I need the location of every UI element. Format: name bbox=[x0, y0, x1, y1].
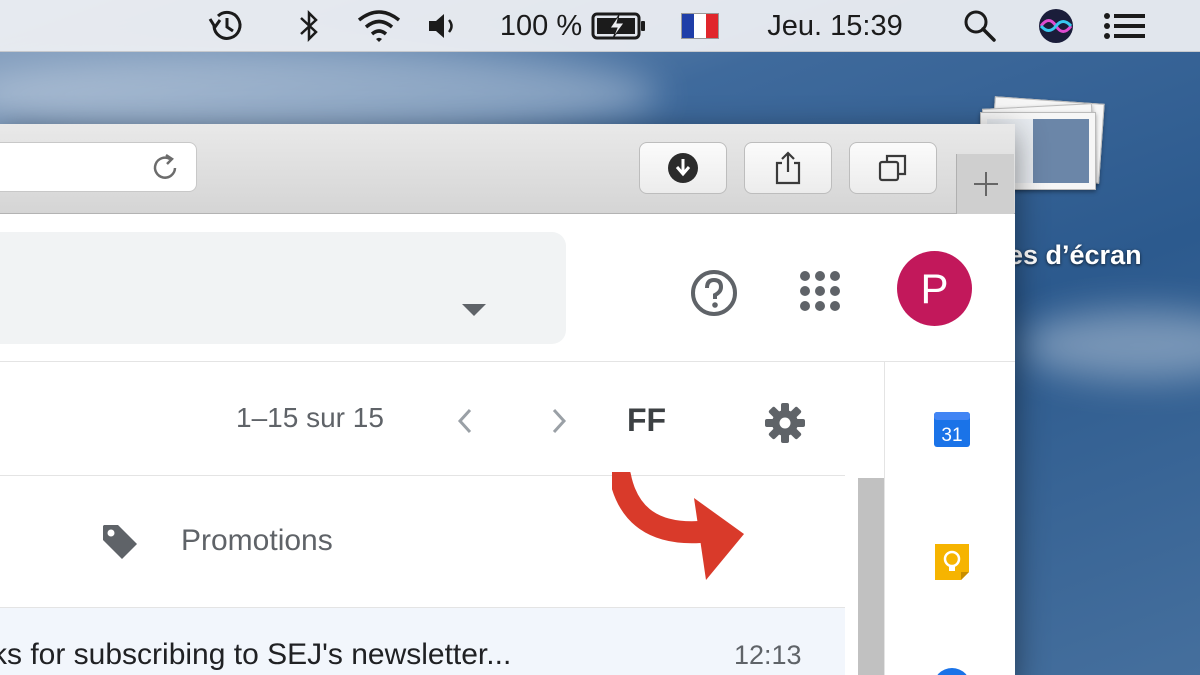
wifi-icon[interactable] bbox=[354, 0, 404, 52]
help-icon[interactable] bbox=[690, 269, 738, 322]
downloads-icon bbox=[668, 153, 698, 183]
volume-icon[interactable] bbox=[424, 0, 462, 52]
spotlight-icon[interactable] bbox=[958, 0, 1002, 52]
time-machine-icon[interactable] bbox=[202, 0, 252, 52]
address-bar[interactable] bbox=[0, 142, 197, 192]
mail-toolbar: 1–15 sur 15 FF bbox=[0, 362, 845, 476]
siri-icon[interactable] bbox=[1034, 0, 1078, 52]
share-button[interactable] bbox=[744, 142, 832, 194]
google-apps-icon[interactable] bbox=[800, 271, 840, 311]
browser-window: P 1–15 sur 15 FF Promotions ks for subsc… bbox=[0, 124, 1015, 675]
notification-center-icon[interactable] bbox=[1100, 0, 1150, 52]
tabs-overview-button[interactable] bbox=[849, 142, 937, 194]
menubar-clock[interactable]: Jeu. 15:39 bbox=[752, 0, 918, 52]
input-tools-label[interactable]: FF bbox=[627, 402, 666, 439]
email-subject: ks for subscribing to SEJ's newsletter..… bbox=[0, 638, 512, 671]
search-options-caret-icon[interactable] bbox=[462, 304, 486, 316]
side-panel: 31 bbox=[884, 362, 1015, 675]
account-avatar[interactable]: P bbox=[897, 251, 972, 326]
flag-icon[interactable] bbox=[680, 0, 720, 52]
email-row[interactable]: ks for subscribing to SEJ's newsletter..… bbox=[0, 608, 845, 675]
desktop-screenshots-label[interactable]: es d’écran bbox=[1008, 240, 1142, 271]
promotions-tab[interactable]: Promotions bbox=[0, 476, 845, 608]
tasks-icon[interactable] bbox=[933, 668, 971, 675]
battery-percentage[interactable]: 100 % bbox=[496, 0, 586, 52]
keep-icon[interactable] bbox=[933, 542, 971, 582]
promotions-label: Promotions bbox=[181, 524, 333, 557]
search-input[interactable] bbox=[0, 232, 566, 344]
tabs-overview-icon bbox=[878, 154, 907, 182]
older-page-icon[interactable] bbox=[550, 405, 568, 444]
newer-page-icon[interactable] bbox=[456, 405, 474, 444]
calendar-icon[interactable]: 31 bbox=[933, 410, 971, 448]
tag-icon bbox=[100, 522, 140, 567]
email-time: 12:13 bbox=[734, 640, 802, 670]
reload-icon[interactable] bbox=[150, 152, 182, 189]
new-tab-icon bbox=[973, 172, 998, 196]
scrollbar-thumb[interactable] bbox=[858, 478, 884, 675]
browser-toolbar bbox=[0, 124, 1015, 214]
macos-menu-bar: 100 % Jeu. 15:39 bbox=[0, 0, 1200, 52]
calendar-day-number: 31 bbox=[941, 425, 962, 446]
gmail-header: P bbox=[0, 214, 1015, 362]
downloads-button[interactable] bbox=[639, 142, 727, 194]
bluetooth-icon[interactable] bbox=[292, 0, 326, 52]
share-icon bbox=[775, 151, 801, 185]
new-tab-button[interactable] bbox=[956, 154, 1014, 214]
pagination-count: 1–15 sur 15 bbox=[236, 402, 384, 433]
battery-icon[interactable] bbox=[590, 0, 648, 52]
settings-gear-icon[interactable] bbox=[764, 402, 806, 449]
desktop-cloud bbox=[1020, 310, 1200, 380]
